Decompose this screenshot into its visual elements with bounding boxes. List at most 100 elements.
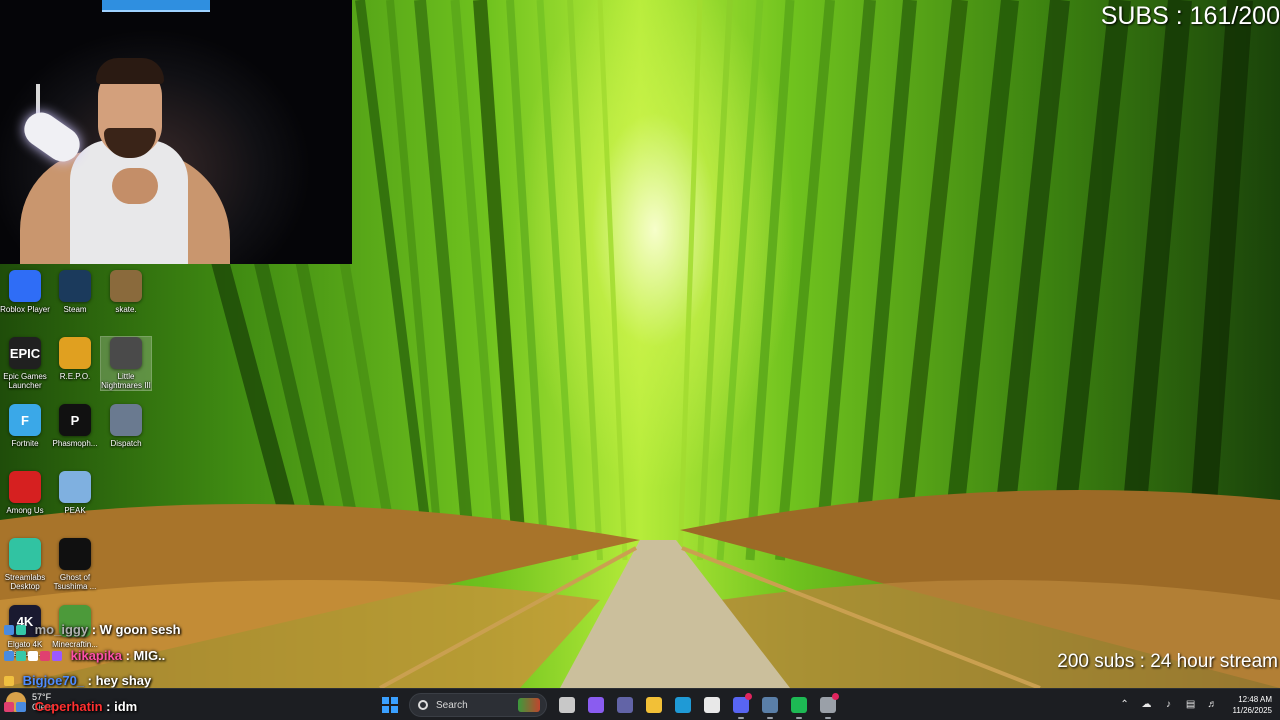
search-highlight-icon	[518, 698, 540, 712]
chat-username: mo_iggy	[34, 622, 89, 637]
phasmophobia-icon: P	[59, 404, 91, 436]
chat-text: : W goon sesh	[88, 622, 181, 637]
streamer-hair	[96, 58, 164, 84]
webcam-overlay	[0, 0, 352, 264]
streamlabs-icon	[9, 538, 41, 570]
little-nightmares-icon	[110, 337, 142, 369]
skate-icon	[110, 270, 142, 302]
desktop-icon-peak[interactable]: PEAK	[50, 471, 100, 515]
desktop-icon-label: Little Nightmares III	[101, 372, 151, 390]
desktop-icon-label: Streamlabs Desktop	[4, 573, 46, 591]
spotify-taskbar-button[interactable]	[787, 693, 811, 719]
edge-taskbar-button[interactable]	[671, 693, 695, 717]
search-icon	[418, 700, 428, 710]
chat-message: mo_iggy : W goon sesh	[4, 622, 181, 638]
desktop-icon-label: R.E.P.O.	[59, 372, 91, 381]
chat-text: : idm	[102, 699, 138, 714]
pinned-apps	[555, 693, 845, 719]
notification-badge	[832, 693, 839, 700]
background-monitor	[102, 0, 210, 12]
desktop-icon-label: Among Us	[6, 506, 44, 515]
steam-taskbar-taskbar-button[interactable]	[758, 693, 782, 719]
bamboo-stalk	[1187, 0, 1253, 561]
desktop-icon-ghost-of-tsushima[interactable]: Ghost of Tsushima ...	[50, 538, 100, 591]
desktop-icon-dispatch[interactable]: Dispatch	[101, 404, 151, 448]
onedrive-icon[interactable]: ☁	[1141, 699, 1153, 711]
spotify-icon	[791, 697, 807, 713]
among-us-icon	[9, 471, 41, 503]
bamboo-stalk	[597, 0, 628, 561]
desktop-icon-epic-games-launcher[interactable]: EPIC Epic Games Launcher	[0, 337, 50, 390]
desktop-icon-steam[interactable]: Steam	[50, 270, 100, 314]
desktop-icon-label: Roblox Player	[0, 305, 50, 314]
clock-date: 11/26/2025	[1232, 706, 1272, 715]
search-placeholder: Search	[436, 699, 468, 711]
clock-time: 12:48 AM	[1238, 695, 1272, 704]
bamboo-stalk	[1118, 0, 1192, 562]
fortnite-icon: F	[9, 404, 41, 436]
chat-username: kikapika	[70, 648, 122, 663]
desktop-icon-label: skate.	[115, 305, 137, 314]
desktop-icon-repo[interactable]: R.E.P.O.	[50, 337, 100, 381]
task-view-icon	[559, 697, 575, 713]
chat-username: Bigjoe70_	[22, 673, 85, 688]
microphone-icon[interactable]: ♪	[1163, 699, 1175, 711]
chevron-up-icon[interactable]: ⌃	[1119, 699, 1131, 711]
bamboo-stalk	[1049, 0, 1131, 562]
chat-badges	[4, 674, 16, 689]
system-tray: ⌃ ☁ ♪ ▤ ♬ 12:48 AM 11/26/2025	[1109, 692, 1272, 718]
dispatch-icon	[110, 404, 142, 436]
desktop-icon-label: Epic Games Launcher	[3, 372, 47, 390]
taskbar-search[interactable]: Search	[409, 693, 547, 717]
bamboo-stalk	[536, 0, 579, 561]
copilot-taskbar-button[interactable]	[584, 693, 608, 717]
taskbar-apps: Search	[378, 693, 845, 719]
volume-icon[interactable]: ♬	[1207, 699, 1219, 711]
ghost-of-tsushima-icon	[59, 538, 91, 570]
desktop-icon-label: Dispatch	[110, 439, 142, 448]
teams-taskbar-button[interactable]	[613, 693, 637, 717]
peak-icon	[59, 471, 91, 503]
desktop-icon-roblox-player[interactable]: Roblox Player	[0, 270, 50, 314]
streamer-hand	[112, 168, 158, 204]
epic-games-icon: EPIC	[9, 337, 41, 369]
copilot-icon	[588, 697, 604, 713]
chat-message: Ceperhatin : idm	[4, 699, 137, 715]
repo-icon	[59, 337, 91, 369]
desktop-icon-label: Fortnite	[11, 439, 39, 448]
taskbar: 57°F Clear Search ⌃ ☁ ♪ ▤ ♬ 12:48 AM 11/…	[0, 688, 1280, 720]
chat-username: Ceperhatin	[34, 699, 103, 714]
file-explorer-taskbar-button[interactable]	[642, 693, 666, 717]
subs-counter: SUBS : 161/200	[1100, 2, 1280, 30]
start-button[interactable]	[378, 693, 402, 717]
notification-badge	[745, 693, 752, 700]
chat-message: kikapika : MIG..	[4, 648, 165, 664]
chat-badges	[4, 700, 28, 715]
chat-message: Bigjoe70_ : hey shay	[4, 673, 151, 689]
windows-logo-icon	[382, 697, 398, 713]
edge-icon	[675, 697, 691, 713]
file-explorer-icon	[646, 697, 662, 713]
desktop-icon-among-us[interactable]: Among Us	[0, 471, 50, 515]
microsoft-store-icon	[704, 697, 720, 713]
desktop-icon-label: Ghost of Tsushima ...	[53, 573, 97, 591]
desktop-icon-phasmophobia[interactable]: P Phasmoph...	[50, 404, 100, 448]
chat-badges	[4, 623, 28, 638]
teams-icon	[617, 697, 633, 713]
chrome-recording-taskbar-button[interactable]	[816, 693, 840, 719]
task-view-taskbar-button[interactable]	[555, 693, 579, 717]
chat-text: : hey shay	[84, 673, 152, 688]
steam-taskbar-icon	[762, 697, 778, 713]
taskbar-clock[interactable]: 12:48 AM 11/26/2025	[1233, 694, 1272, 716]
desktop-icon-fortnite[interactable]: F Fortnite	[0, 404, 50, 448]
microsoft-store-taskbar-button[interactable]	[700, 693, 724, 717]
network-icon[interactable]: ▤	[1185, 699, 1197, 711]
desktop-icon-label: Phasmoph...	[52, 439, 98, 448]
desktop-icon-label: Steam	[63, 305, 87, 314]
desktop-icon-skate[interactable]: skate.	[101, 270, 151, 314]
roblox-icon	[9, 270, 41, 302]
chat-text: : MIG..	[121, 648, 166, 663]
discord-taskbar-button[interactable]	[729, 693, 753, 719]
desktop-icon-little-nightmares[interactable]: Little Nightmares III	[100, 336, 152, 391]
desktop-icon-streamlabs-desktop[interactable]: Streamlabs Desktop	[0, 538, 50, 591]
